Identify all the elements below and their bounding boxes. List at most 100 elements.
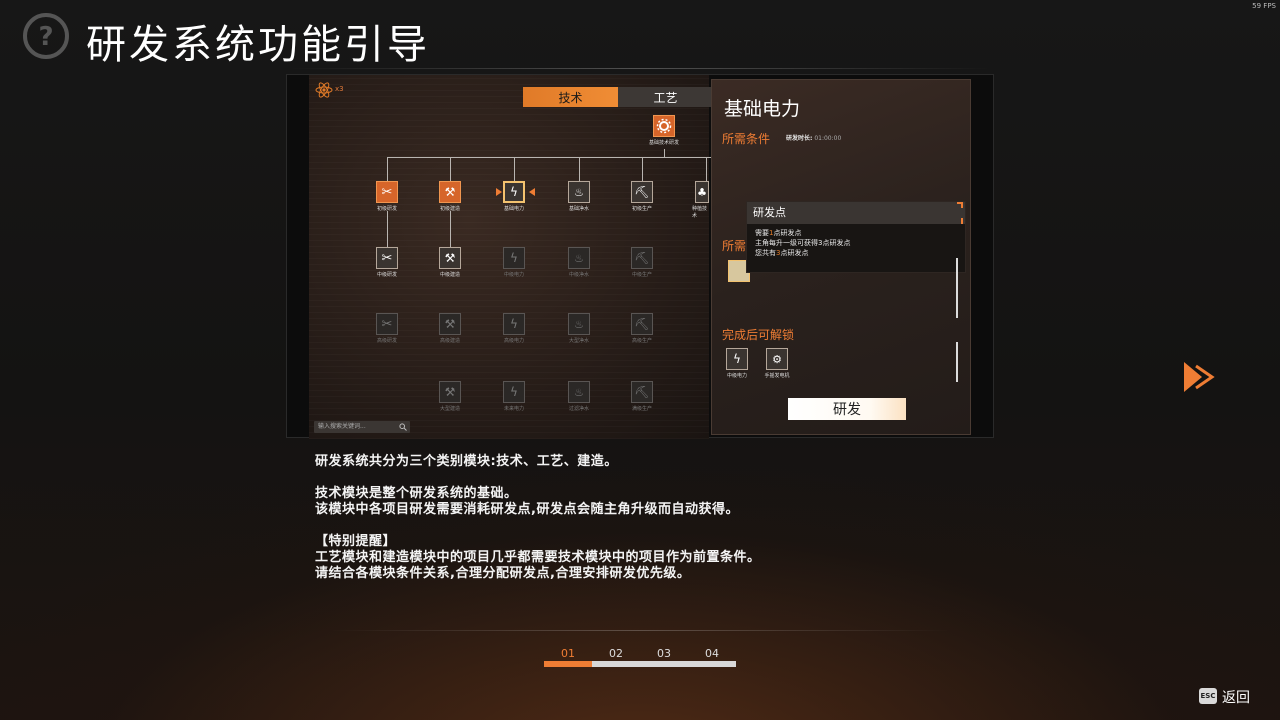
description-line: 研发系统共分为三个类别模块:技术、工艺、建造。 <box>315 454 618 469</box>
tree-connector <box>514 157 515 181</box>
tree-node-label: 基础净水 <box>568 206 589 212</box>
description-line: 请结合各模块条件关系,合理分配研发点,合理安排研发优先级。 <box>315 566 691 581</box>
tree-node-label: 初级生产 <box>631 206 652 212</box>
header-divider <box>290 68 990 69</box>
tech-tree-panel: x3 技术 工艺 基础技术研发 ✂ 初级研发 ⚒ 初级建造 ϟ 基础电力 ♨ 基… <box>309 75 731 439</box>
tab-bar: 技术 工艺 <box>523 87 713 107</box>
tree-node-research-3[interactable]: ✂ <box>376 313 398 335</box>
tree-node-water-2[interactable]: ♨ <box>568 247 590 269</box>
tree-connector <box>706 157 707 181</box>
scrollbar[interactable] <box>956 342 958 382</box>
search-icon <box>399 423 407 431</box>
requirements-label-partial: 所需 <box>722 239 747 253</box>
page-number-04[interactable]: 04 <box>688 647 736 660</box>
unlock-item-power[interactable]: ϟ <box>726 348 748 370</box>
hammer-icon: ⚒ <box>444 317 456 331</box>
next-page-arrow-icon[interactable] <box>1182 360 1216 394</box>
tree-node-power-1[interactable]: ϟ <box>503 181 525 203</box>
unlock-item-generator[interactable]: ⚙ <box>766 348 788 370</box>
tree-node-build-4[interactable]: ⚒ <box>439 381 461 403</box>
wrench-icon: ✂ <box>381 250 393 266</box>
tree-node-label: 高级电力 <box>503 338 524 344</box>
description-line: 该模块中各项目研发需要消耗研发点,研发点会随主角升级而自动获得。 <box>315 502 739 517</box>
tree-node-label: 种植技术 <box>692 206 708 219</box>
duration-value: 01:00:00 <box>814 135 842 142</box>
tree-node-label: 中级建造 <box>439 272 460 278</box>
tree-node-power-3[interactable]: ϟ <box>503 313 525 335</box>
water-icon: ♨ <box>574 385 584 399</box>
tree-node-research-1[interactable]: ✂ <box>376 181 398 203</box>
tree-node-plant-1[interactable]: ♣ <box>695 181 709 203</box>
page-title: 研发系统功能引导 <box>86 22 430 68</box>
page-number-01[interactable]: 01 <box>544 647 592 660</box>
pickaxe-icon: ⛏ <box>634 385 650 399</box>
tree-node-production-1[interactable]: ⛏ <box>631 181 653 203</box>
tab-craft[interactable]: 工艺 <box>618 87 713 107</box>
tree-node-build-1[interactable]: ⚒ <box>439 181 461 203</box>
tooltip-line: 需要1点研发点 <box>755 228 957 238</box>
search-input[interactable]: 输入搜索关键词... <box>314 421 410 433</box>
guide-preview-image: x3 技术 工艺 基础技术研发 ✂ 初级研发 ⚒ 初级建造 ϟ 基础电力 ♨ 基… <box>286 74 994 439</box>
tree-node-label: 过滤净水 <box>568 406 589 412</box>
tree-connector <box>450 211 451 247</box>
tree-node-water-1[interactable]: ♨ <box>568 181 590 203</box>
tree-node-build-2[interactable]: ⚒ <box>439 247 461 269</box>
research-point-count: x3 <box>335 85 344 93</box>
lightning-icon: ϟ <box>510 251 518 265</box>
back-button[interactable]: 返回 <box>1222 687 1250 707</box>
tooltip-corner <box>957 202 963 208</box>
generator-icon: ⚙ <box>772 352 782 366</box>
page-indicator-02[interactable] <box>592 661 640 667</box>
help-icon[interactable]: ? <box>22 12 70 60</box>
tree-node-label: 满级生产 <box>631 406 652 412</box>
tooltip-body: 需要1点研发点 主角每升一级可获得3点研发点 您共有3点研发点 <box>747 224 965 262</box>
hammer-icon: ⚒ <box>444 185 456 199</box>
tree-connector <box>387 211 388 247</box>
tree-connector <box>387 157 731 158</box>
tree-node-label: 中级净水 <box>568 272 589 278</box>
tree-node-label: 中级电力 <box>503 272 524 278</box>
water-icon: ♨ <box>574 251 584 265</box>
tooltip-text: 点研发点 <box>773 229 802 237</box>
tree-node-research-2[interactable]: ✂ <box>376 247 398 269</box>
tree-node-production-4[interactable]: ⛏ <box>631 381 653 403</box>
tooltip-title: 研发点 <box>747 202 965 224</box>
tree-node-water-4[interactable]: ♨ <box>568 381 590 403</box>
page-number-02[interactable]: 02 <box>592 647 640 660</box>
plant-icon: ♣ <box>697 185 707 199</box>
lightning-icon: ϟ <box>510 317 518 331</box>
tooltip-text: 您共有 <box>755 249 776 257</box>
page-indicator-04[interactable] <box>688 661 736 667</box>
tree-node-water-3[interactable]: ♨ <box>568 313 590 335</box>
duration-label-text: 研发时长: <box>786 135 813 142</box>
tab-technology[interactable]: 技术 <box>523 87 618 107</box>
tree-node-power-2[interactable]: ϟ <box>503 247 525 269</box>
research-point-tooltip: 研发点 需要1点研发点 主角每升一级可获得3点研发点 您共有3点研发点 <box>746 201 966 273</box>
tooltip-line: 主角每升一级可获得3点研发点 <box>755 239 851 247</box>
pickaxe-icon: ⛏ <box>634 185 650 199</box>
tree-node-root[interactable] <box>653 115 675 137</box>
wrench-icon: ✂ <box>381 316 393 332</box>
unlock-item-label: 手摇发电机 <box>764 373 790 379</box>
tree-node-build-3[interactable]: ⚒ <box>439 313 461 335</box>
pickaxe-icon: ⛏ <box>634 317 650 331</box>
unlock-label: 完成后可解锁 <box>722 328 795 342</box>
esc-key-icon[interactable]: ESC <box>1199 688 1217 704</box>
research-button[interactable]: 研发 <box>788 398 906 420</box>
detail-title: 基础电力 <box>724 98 801 120</box>
page-number-03[interactable]: 03 <box>640 647 688 660</box>
hammer-icon: ⚒ <box>444 385 456 399</box>
fps-counter: 59 FPS <box>1252 2 1276 10</box>
unlock-item-label: 中级电力 <box>726 373 747 379</box>
tooltip-corner <box>957 218 963 224</box>
page-indicator-01[interactable] <box>544 661 592 667</box>
tree-node-production-2[interactable]: ⛏ <box>631 247 653 269</box>
tree-node-power-4[interactable]: ϟ <box>503 381 525 403</box>
tree-node-production-3[interactable]: ⛏ <box>631 313 653 335</box>
tooltip-text: 点研发点 <box>780 249 809 257</box>
tree-node-label: 基础电力 <box>503 206 524 212</box>
tooltip-text: 需要 <box>755 229 769 237</box>
scrollbar[interactable] <box>956 258 958 318</box>
page-indicator-03[interactable] <box>640 661 688 667</box>
tree-connector <box>664 149 665 157</box>
